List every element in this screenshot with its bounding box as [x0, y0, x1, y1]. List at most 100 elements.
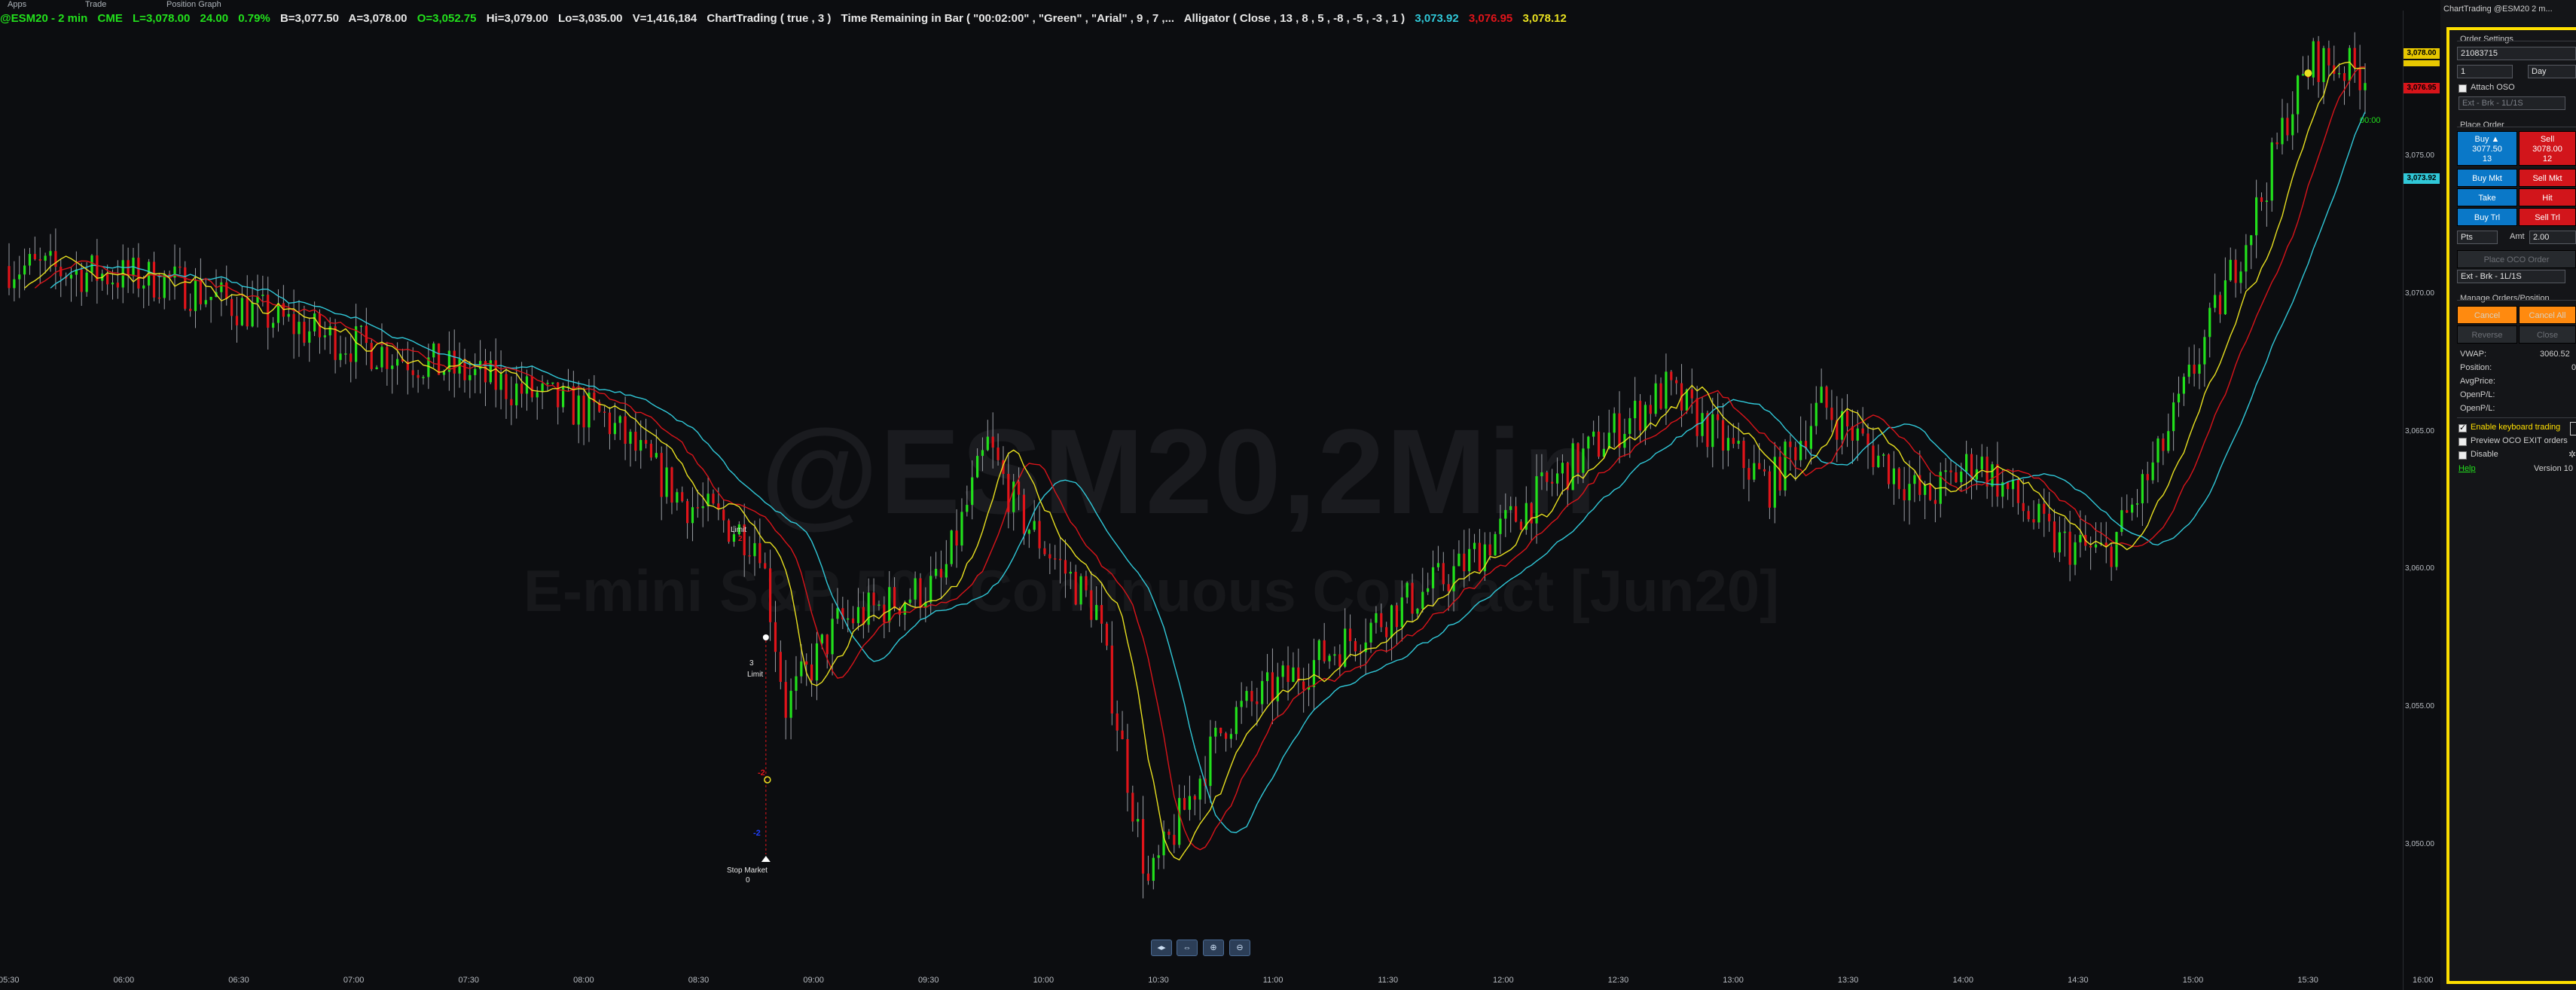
price-chart[interactable]: @ESM20,2Min E-mini S&P 500 Continuous Co…: [0, 11, 2403, 990]
stop-order-count: 0: [746, 876, 750, 885]
oso-bracket-select[interactable]: Ext - Brk - 1L/1S: [2458, 96, 2565, 110]
stop-order-label[interactable]: Stop Market: [727, 866, 768, 875]
trail-units-select[interactable]: Pts: [2457, 231, 2498, 244]
take-button[interactable]: Take: [2457, 188, 2517, 206]
candle-up: [1613, 413, 1616, 433]
candle-down: [1576, 443, 1579, 473]
position-value: 0: [2571, 363, 2576, 372]
candle-up: [1877, 455, 1880, 468]
candle-down: [2353, 47, 2356, 69]
buy-trl-button[interactable]: Buy Trl: [2457, 208, 2517, 226]
amount-field[interactable]: 2.00: [2529, 231, 2576, 244]
menu-position-graph[interactable]: Position Graph: [166, 0, 221, 9]
candle-up: [2348, 47, 2351, 81]
fit-icon[interactable]: ◂▸: [1151, 940, 1172, 956]
cancel-all-button[interactable]: Cancel All: [2519, 306, 2576, 324]
candle-up: [546, 383, 549, 384]
enable-keyboard-checkbox[interactable]: [2458, 423, 2467, 432]
reverse-button[interactable]: Reverse: [2457, 325, 2517, 344]
candle-up: [1509, 506, 1512, 510]
limit-order-label[interactable]: Limit: [731, 526, 746, 534]
candle-down: [582, 396, 585, 428]
limit2-order-label[interactable]: Limit: [747, 671, 763, 679]
disable-checkbox[interactable]: [2458, 451, 2467, 460]
menu-apps[interactable]: Apps: [8, 0, 26, 9]
candle-up: [1494, 533, 1497, 556]
duration-select[interactable]: Day: [2528, 65, 2576, 78]
candle-down: [1085, 576, 1088, 591]
help-link[interactable]: Help: [2458, 464, 2476, 473]
candle-up: [2301, 74, 2305, 76]
candle-up: [691, 507, 694, 524]
candle-down: [303, 322, 306, 343]
candle-up: [551, 382, 554, 384]
candle-down: [370, 343, 373, 369]
candle-up: [966, 505, 969, 512]
alligator-teeth-line: [34, 66, 2366, 851]
candle-down: [189, 308, 192, 311]
candle-up: [1634, 400, 1637, 419]
candle-up: [1944, 470, 1947, 472]
candle-down: [1141, 819, 1145, 874]
candle-down: [1146, 873, 1150, 882]
candle-up: [1499, 518, 1502, 534]
buy-mkt-button[interactable]: Buy Mkt: [2457, 169, 2517, 187]
hit-button[interactable]: Hit: [2519, 188, 2576, 206]
candle-down: [779, 652, 782, 683]
gear-icon[interactable]: ✲: [2568, 449, 2576, 460]
candle-down: [572, 386, 575, 425]
candle-up: [903, 603, 906, 615]
candle-up: [1711, 414, 1714, 448]
zoom-out-icon[interactable]: ⊖: [1229, 940, 1250, 956]
candle-up: [2120, 510, 2123, 533]
candle-down: [2193, 364, 2196, 374]
candle-up: [1814, 402, 1818, 426]
candle-up: [44, 255, 47, 261]
account-select[interactable]: 21083715: [2457, 47, 2576, 60]
candle-down: [1546, 472, 1549, 482]
candle-down: [1256, 701, 1259, 704]
candle-down: [1064, 560, 1067, 574]
candle-up: [328, 326, 331, 336]
reset-icon[interactable]: ⇔: [1177, 940, 1198, 956]
candle-down: [106, 273, 109, 285]
quantity-stepper[interactable]: 1: [2457, 65, 2513, 78]
candle-down: [2275, 142, 2278, 145]
sell-mkt-button[interactable]: Sell Mkt: [2519, 169, 2576, 187]
candle-up: [2135, 503, 2139, 505]
candle-down: [1887, 454, 1891, 484]
chart-info-bar: @ESM20 - 2 min CME L=3,078.00 24.00 0.79…: [0, 12, 1573, 29]
candle-down: [1519, 521, 1523, 530]
buy-bid-button[interactable]: Buy ▲ 3077.50 13: [2457, 131, 2517, 166]
menu-trade[interactable]: Trade: [85, 0, 106, 9]
place-oco-button[interactable]: Place OCO Order: [2457, 250, 2576, 268]
candle-down: [696, 507, 699, 509]
candle-down: [1675, 380, 1678, 383]
candle-up: [2131, 504, 2134, 513]
sell-ask-button[interactable]: Sell 3078.00 12: [2519, 131, 2576, 166]
candle-up: [85, 272, 88, 292]
candle-up: [2156, 438, 2159, 463]
attach-oso-checkbox[interactable]: [2458, 84, 2467, 93]
candle-up: [1079, 576, 1082, 605]
zoom-in-icon[interactable]: ⊕: [1203, 940, 1224, 956]
preview-oco-checkbox[interactable]: [2458, 438, 2467, 446]
candle-down: [670, 467, 673, 503]
candle-down: [1411, 582, 1414, 614]
oco-bracket-select[interactable]: Ext - Brk - 1L/1S: [2457, 270, 2565, 283]
candle-up: [1628, 418, 1631, 434]
candle-up: [1737, 440, 1740, 445]
candle-down: [438, 343, 441, 375]
candle-up: [981, 450, 984, 457]
cancel-button[interactable]: Cancel: [2457, 306, 2517, 324]
candle-down: [1395, 605, 1399, 628]
candle-down: [681, 492, 684, 502]
candle-down: [2286, 118, 2289, 136]
chart-canvas[interactable]: [0, 11, 2403, 990]
candle-down: [184, 267, 187, 309]
exchange-label: CME: [97, 12, 123, 25]
sell-trl-button[interactable]: Sell Trl: [2519, 208, 2576, 226]
keyboard-settings-icon[interactable]: [2570, 422, 2576, 435]
alligator-lips-line: [24, 61, 2365, 861]
close-button[interactable]: Close: [2519, 325, 2576, 344]
